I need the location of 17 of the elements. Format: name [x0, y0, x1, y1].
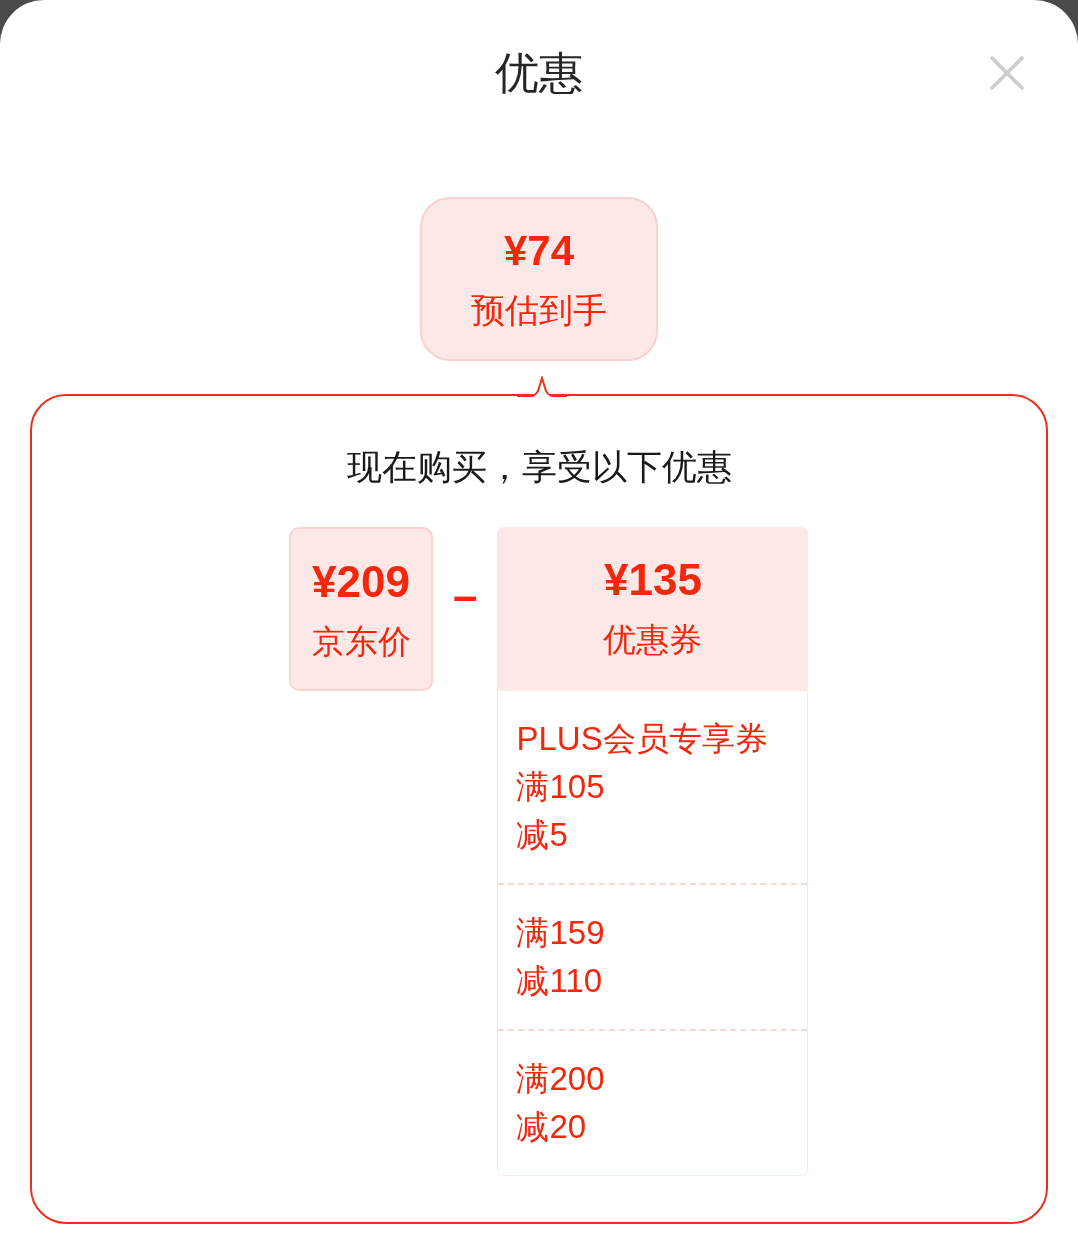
minus-sign: – — [453, 570, 478, 622]
close-icon — [990, 56, 1024, 90]
price-label: 京东价 — [311, 622, 411, 662]
coupon-condition: 满105 — [516, 767, 606, 807]
coupon-condition: 满200 — [516, 1059, 606, 1099]
coupon-discount: 减110 — [516, 961, 604, 1001]
coupon-discount: 减20 — [516, 1107, 588, 1147]
price-amount: ¥209 — [312, 556, 410, 608]
sheet-title: 优惠 — [495, 47, 583, 99]
coupon-amount: ¥135 — [604, 554, 702, 606]
estimate-label: 预估到手 — [471, 290, 607, 330]
coupon-title: PLUS会员专享券 — [516, 719, 769, 759]
offer-heading: 现在购买，享受以下优惠 — [346, 446, 732, 488]
coupon-condition: 满159 — [516, 913, 606, 953]
coupon-discount: 减5 — [516, 815, 569, 855]
estimate-price: ¥74 — [503, 226, 575, 276]
coupon-label: 优惠券 — [603, 620, 703, 660]
